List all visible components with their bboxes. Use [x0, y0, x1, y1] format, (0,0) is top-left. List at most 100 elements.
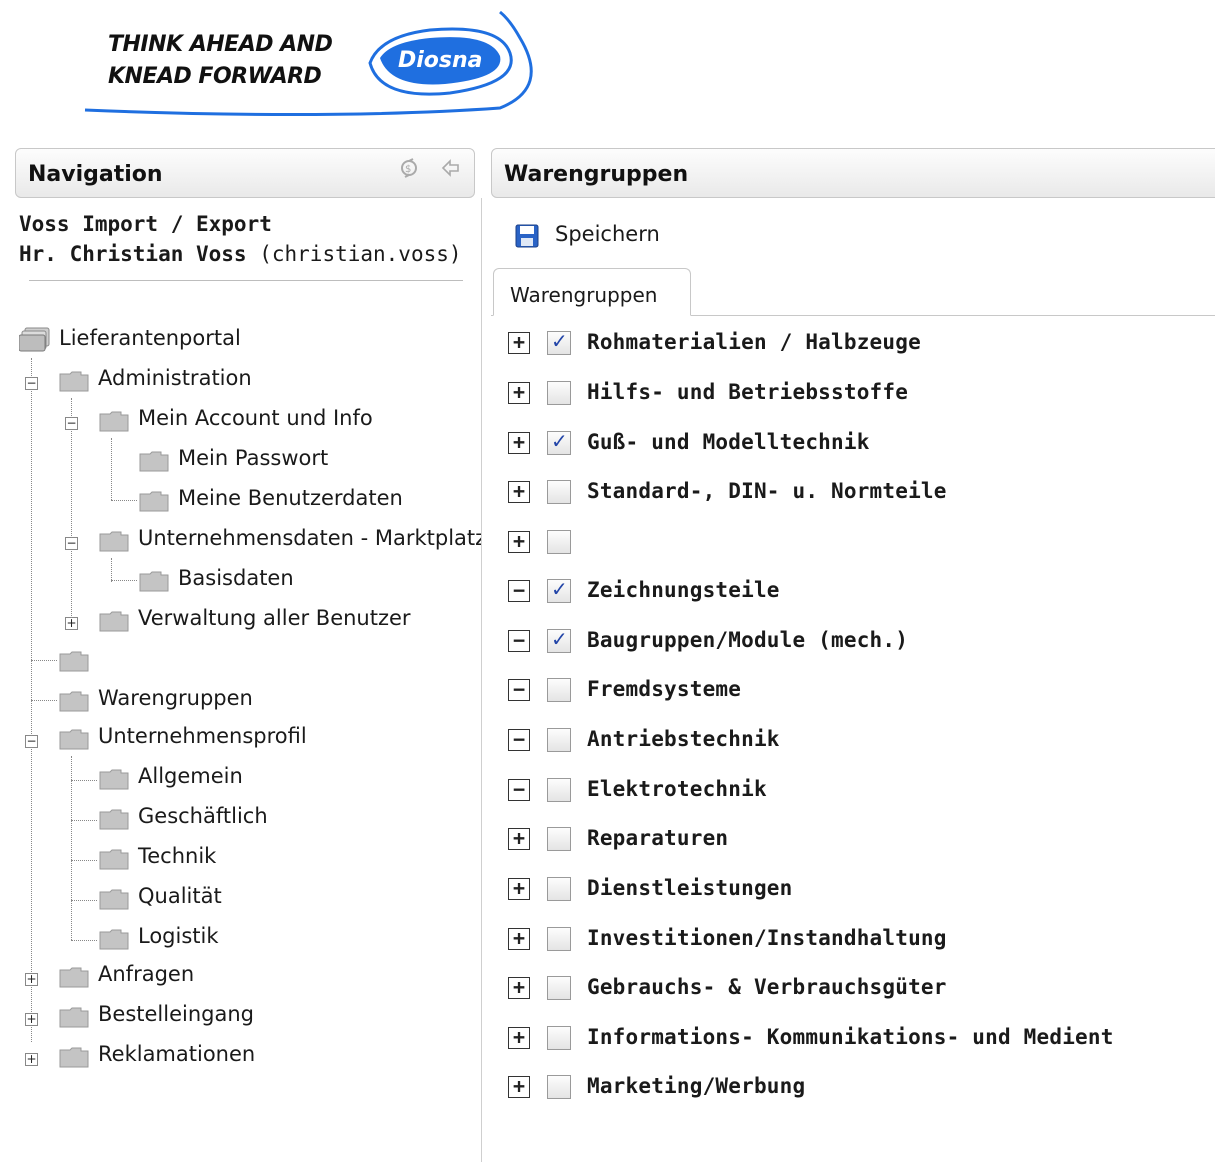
category-label: Standard-, DIN- u. Normteile	[587, 479, 947, 503]
category-checkbox[interactable]	[547, 877, 571, 901]
warengruppen-panel-header: Warengruppen	[491, 148, 1215, 198]
folder-icon	[59, 1007, 89, 1028]
folder-icon	[139, 571, 169, 592]
tree-label: Mein Passwort	[178, 446, 329, 470]
category-label: Baugruppen/Module (mech.)	[587, 628, 909, 652]
category-label: Elektrotechnik	[587, 777, 767, 801]
category-checkbox[interactable]	[547, 678, 571, 702]
expand-toggle-icon[interactable]: +	[508, 1027, 530, 1049]
tree-label: Logistik	[138, 924, 219, 948]
tab-warengruppen[interactable]: Warengruppen	[493, 268, 691, 316]
collapse-toggle-icon[interactable]: −	[508, 630, 530, 652]
expand-toggle-icon[interactable]: +	[508, 928, 530, 950]
navigation-panel-header: Navigation $	[15, 148, 475, 198]
expand-toggle-icon[interactable]: +	[65, 617, 78, 630]
folder-icon	[99, 531, 129, 552]
folder-icon	[99, 611, 129, 632]
collapse-toggle-icon[interactable]: −	[508, 679, 530, 701]
folder-icon	[139, 451, 169, 472]
refresh-icon[interactable]: $	[398, 157, 420, 179]
navigation-panel: Voss Import / Export Hr. Christian Voss …	[15, 198, 482, 1162]
expand-toggle-icon[interactable]: +	[508, 828, 530, 850]
expand-toggle-icon[interactable]: +	[508, 382, 530, 404]
folders-stack-icon	[19, 327, 50, 352]
collapse-toggle-icon[interactable]: −	[508, 729, 530, 751]
tree-label: Unternehmensprofil	[98, 724, 307, 748]
expand-toggle-icon[interactable]: +	[508, 481, 530, 503]
collapse-toggle-icon[interactable]: −	[25, 377, 38, 390]
main-title: Warengruppen	[504, 162, 689, 187]
category-checkbox[interactable]	[547, 429, 571, 455]
folder-icon	[99, 809, 129, 830]
tree-label: Basisdaten	[178, 566, 294, 590]
tree-label: Lieferantenportal	[59, 326, 241, 350]
category-checkbox[interactable]	[547, 577, 571, 603]
folder-icon	[59, 371, 89, 392]
category-label: Antriebstechnik	[587, 727, 780, 751]
folder-icon	[59, 967, 89, 988]
expand-toggle-icon[interactable]: +	[508, 1076, 530, 1098]
tree-label: Warengruppen	[98, 686, 253, 710]
tree-label: Mein Account und Info	[138, 406, 373, 430]
expand-toggle-icon[interactable]: +	[508, 878, 530, 900]
tree-label: Bestelleingang	[98, 1002, 254, 1026]
folder-icon	[59, 691, 89, 712]
category-checkbox[interactable]	[547, 976, 571, 1000]
tree-label: Administration	[98, 366, 252, 390]
category-checkbox[interactable]	[547, 627, 571, 653]
folder-icon	[99, 769, 129, 790]
tree-label: Allgemein	[138, 764, 243, 788]
tree-label: Qualität	[138, 884, 222, 908]
collapse-left-icon[interactable]	[440, 157, 462, 179]
category-label: Informations- Kommunikations- und Medien…	[587, 1025, 1114, 1049]
collapse-toggle-icon[interactable]: −	[508, 580, 530, 602]
category-checkbox[interactable]	[547, 1026, 571, 1050]
category-checkbox[interactable]	[547, 1075, 571, 1099]
category-checkbox[interactable]	[547, 827, 571, 851]
floppy-disk-icon	[515, 224, 539, 248]
logo-tagline-line2: KNEAD FORWARD	[108, 64, 322, 89]
company-logo: THINK AHEAD AND KNEAD FORWARD Diosna	[80, 8, 540, 118]
tree-label: Meine Benutzerdaten	[178, 486, 403, 510]
expand-toggle-icon[interactable]: +	[25, 1053, 38, 1066]
folder-icon	[99, 411, 129, 432]
expand-toggle-icon[interactable]: +	[508, 531, 530, 553]
category-label: Investitionen/Instandhaltung	[587, 926, 947, 950]
category-checkbox[interactable]	[547, 381, 571, 405]
category-checkbox[interactable]	[547, 778, 571, 802]
category-checkbox[interactable]	[547, 728, 571, 752]
category-label: Fremdsysteme	[587, 677, 742, 701]
category-label: Gebrauchs- & Verbrauchsgüter	[587, 975, 947, 999]
category-label: Guß- und Modelltechnik	[587, 430, 870, 454]
tab-label: Warengruppen	[510, 283, 658, 307]
category-checkbox[interactable]	[547, 927, 571, 951]
category-label: Dienstleistungen	[587, 876, 793, 900]
folder-icon	[139, 491, 169, 512]
category-label: Marketing/Werbung	[587, 1074, 806, 1098]
collapse-toggle-icon[interactable]: −	[65, 417, 78, 430]
category-checkbox[interactable]	[547, 530, 571, 554]
expand-toggle-icon[interactable]: +	[508, 977, 530, 999]
logo-tagline-line1: THINK AHEAD AND	[108, 32, 333, 57]
expand-toggle-icon[interactable]: +	[25, 973, 38, 986]
category-checkbox[interactable]	[547, 329, 571, 355]
expand-toggle-icon[interactable]: +	[25, 1013, 38, 1026]
folder-icon	[99, 929, 129, 950]
folder-icon	[59, 729, 89, 750]
tree-label: Verwaltung aller Benutzer	[138, 606, 411, 630]
tree-label: Geschäftlich	[138, 804, 268, 828]
navigation-tree: Lieferantenportal − Administration − Mei…	[15, 198, 481, 1162]
navigation-title: Navigation	[28, 162, 163, 187]
folder-icon	[99, 889, 129, 910]
folder-icon	[99, 849, 129, 870]
category-label: Rohmaterialien / Halbzeuge	[587, 330, 921, 354]
expand-toggle-icon[interactable]: +	[508, 332, 530, 354]
folder-icon	[59, 651, 89, 672]
tree-label: Technik	[138, 844, 217, 868]
tree-label: Unternehmensdaten - Marktplatz	[138, 526, 482, 550]
collapse-toggle-icon[interactable]: −	[508, 779, 530, 801]
expand-toggle-icon[interactable]: +	[508, 432, 530, 454]
collapse-toggle-icon[interactable]: −	[65, 537, 78, 550]
category-checkbox[interactable]	[547, 480, 571, 504]
collapse-toggle-icon[interactable]: −	[25, 735, 38, 748]
